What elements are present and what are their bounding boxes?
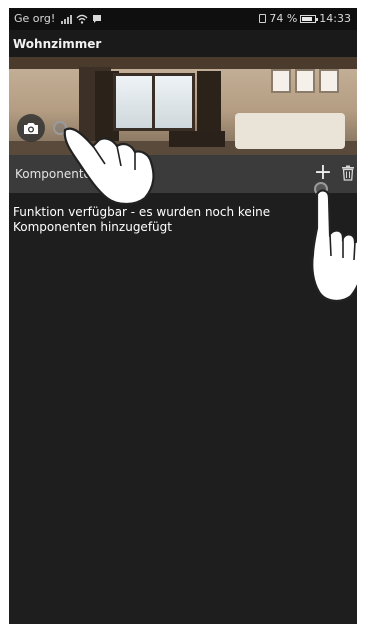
battery-icon [300,14,319,23]
phone-screen: Ge org! 74 % 14:33 Wohnzimmer Komponente… [9,8,357,624]
battery-percent: 74 % [269,12,298,25]
status-left: Ge org! [14,12,102,25]
room-image-ceiling [9,57,357,69]
signal-icon [61,14,73,24]
pointing-hand-icon [63,127,155,206]
room-image-table [169,131,225,147]
room-image-sofa [235,113,345,149]
pointing-hand-icon [311,189,357,302]
chat-bubble-icon [93,14,102,23]
status-bar: Ge org! 74 % 14:33 [9,8,357,30]
carrier-name: Ge org! [14,12,56,25]
trash-icon[interactable] [341,165,355,181]
camera-button[interactable] [17,114,45,142]
status-right: 74 % 14:33 [259,12,351,25]
camera-icon [24,122,38,134]
room-image-window [113,73,195,131]
app-bar: Wohnzimmer [9,30,357,57]
vibrate-icon [259,14,267,23]
wifi-icon [76,14,88,24]
room-image-frames [271,69,339,93]
clock: 14:33 [319,12,351,25]
plus-icon: + [313,160,333,185]
page-title: Wohnzimmer [13,37,102,51]
